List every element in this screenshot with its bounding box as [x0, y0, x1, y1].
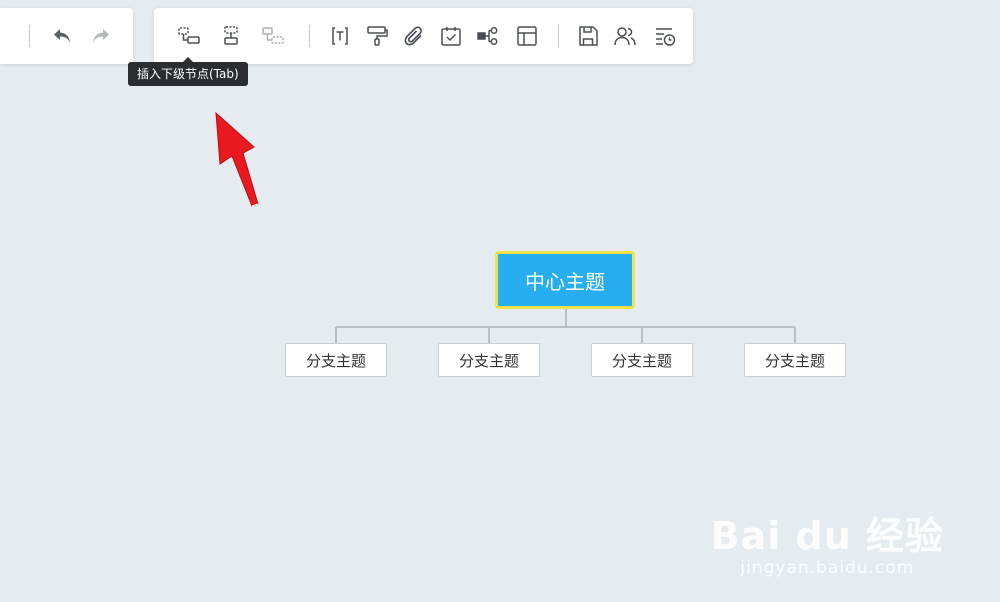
branch-topic-node[interactable]: 分支主题 — [744, 343, 846, 377]
watermark-brand: Bai du 经验 — [710, 514, 944, 558]
connector-lines — [335, 309, 796, 343]
baidu-jingyan-watermark: Bai du 经验 jingyan.baidu.com — [711, 514, 944, 578]
branch-topic-node[interactable]: 分支主题 — [285, 343, 387, 377]
root-topic-node[interactable]: 中心主题 — [495, 251, 635, 309]
annotation-arrow — [215, 111, 259, 207]
watermark-site: jingyan.baidu.com — [740, 558, 915, 578]
branch-topic-node[interactable]: 分支主题 — [438, 343, 540, 377]
branch-topic-node[interactable]: 分支主题 — [591, 343, 693, 377]
